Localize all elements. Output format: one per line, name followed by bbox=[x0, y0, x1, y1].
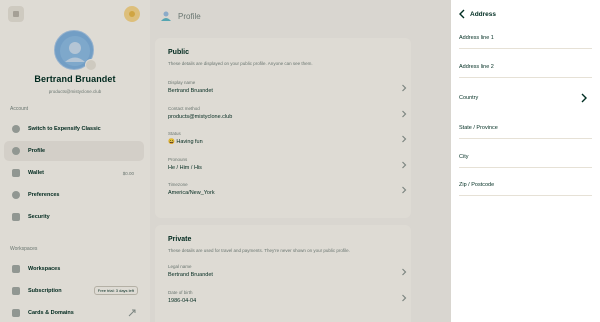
panel-title: Address bbox=[470, 10, 497, 18]
field-label: Country bbox=[459, 95, 479, 101]
field-label: City bbox=[459, 154, 469, 160]
modal-backdrop[interactable] bbox=[0, 0, 451, 322]
field-label: Zip / Postcode bbox=[459, 182, 495, 188]
address-line-2-input[interactable]: Address line 2 bbox=[459, 58, 592, 78]
zip-postcode-input[interactable]: Zip / Postcode bbox=[459, 176, 592, 196]
field-label: State / Province bbox=[459, 125, 498, 131]
panel-header: Address bbox=[458, 8, 496, 20]
country-selector[interactable]: Country bbox=[459, 89, 592, 109]
field-label: Address line 2 bbox=[459, 64, 494, 70]
address-line-1-input[interactable]: Address line 1 bbox=[459, 29, 592, 49]
state-province-input[interactable]: State / Province bbox=[459, 119, 592, 139]
address-panel: Address Address line 1 Address line 2 Co… bbox=[451, 0, 600, 322]
back-arrow-icon[interactable] bbox=[458, 9, 466, 19]
city-input[interactable]: City bbox=[459, 148, 592, 168]
chevron-right-icon bbox=[581, 93, 587, 103]
field-label: Address line 1 bbox=[459, 35, 494, 41]
